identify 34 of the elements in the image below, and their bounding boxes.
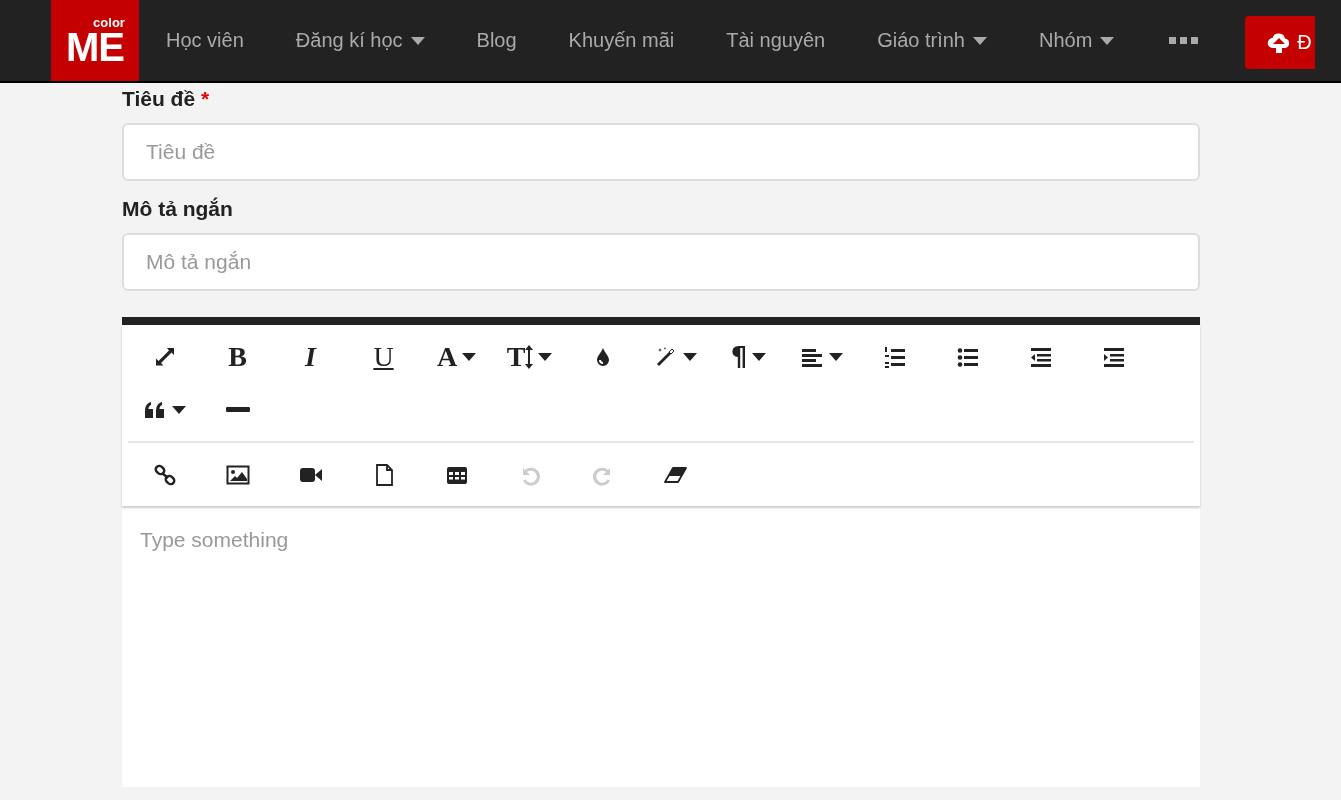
nav-link[interactable]: Giáo trình (877, 29, 987, 52)
caret-icon (538, 352, 553, 361)
vertical-arrow-icon (525, 344, 534, 369)
field-label: Tiêu đề * (122, 87, 211, 111)
font-button[interactable]: A (420, 330, 493, 383)
caret-icon (829, 352, 843, 361)
more-icon[interactable] (1169, 36, 1200, 45)
italic-button[interactable]: I (274, 330, 347, 383)
dash-icon (225, 407, 250, 412)
font-size-button[interactable]: T (493, 330, 566, 383)
caret-icon (752, 352, 767, 361)
underline-button[interactable]: U (347, 330, 420, 383)
field-label: Mô tả ngắn (122, 197, 234, 221)
link-icon (152, 462, 177, 487)
nav-link[interactable]: Nhóm (1039, 29, 1115, 52)
bold-button[interactable]: B (201, 330, 274, 383)
nav-link[interactable]: Khuyến mãi (568, 29, 675, 52)
nav-link[interactable]: Blog (476, 29, 517, 52)
caret-icon (973, 36, 987, 45)
nav-link[interactable]: Đăng kí học (295, 29, 425, 52)
caret-icon (410, 36, 425, 45)
logo[interactable]: color ME (51, 0, 139, 81)
upload-button[interactable]: Đ (1245, 16, 1316, 69)
nav-link[interactable]: Học viên (166, 29, 244, 52)
caret-icon (1100, 36, 1115, 45)
text-input[interactable]: Tiêu đề (122, 123, 1200, 181)
numbered-list-icon (882, 344, 907, 369)
paragraph-button[interactable]: ¶ (712, 330, 785, 383)
cloud-upload-icon (1267, 31, 1292, 54)
caret-icon (683, 352, 697, 361)
text-input[interactable]: Mô tả ngắn (122, 233, 1200, 291)
caret-icon (172, 405, 186, 414)
caret-icon (462, 352, 477, 361)
nav-link[interactable]: Tài nguyên (726, 29, 826, 52)
